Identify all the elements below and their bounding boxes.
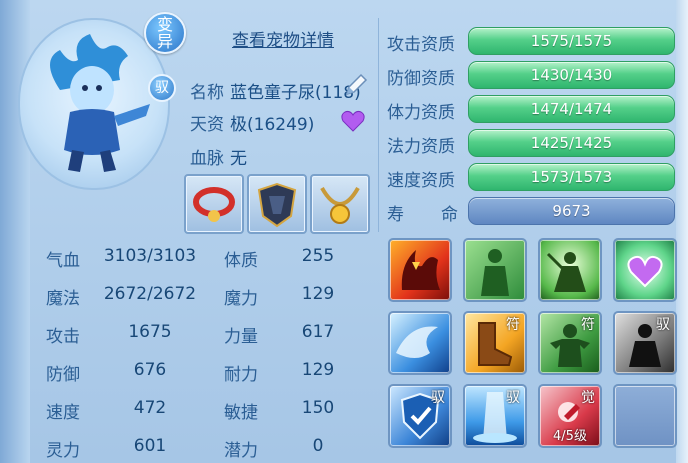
equip-slot-2[interactable] — [247, 174, 307, 234]
skill-tag-ride-2: 驭 — [431, 390, 445, 406]
skill-slot-9[interactable]: 驭 — [388, 384, 452, 448]
skill-slot-2[interactable] — [463, 238, 527, 302]
dark-armor-icon — [257, 182, 297, 228]
ride-badge: 驭 — [148, 74, 176, 102]
gold-necklace-icon — [320, 186, 360, 224]
skill-tag-talisman: 符 — [506, 317, 520, 333]
panel-divider — [378, 18, 379, 232]
lifespan-label-2: 命 — [441, 205, 458, 225]
name-label: 名称 — [190, 83, 224, 103]
stat-label-magic: 魔力 — [224, 289, 258, 309]
pet-detail-panel: { "header": {"badge_main": "变异", "badge_… — [0, 0, 688, 463]
skill-level-label: 4/5级 — [553, 429, 587, 444]
skill-tag-talisman-2: 符 — [581, 317, 595, 333]
stat-value-attack: 1675 — [128, 322, 172, 342]
skill-slot-7[interactable]: 符 — [538, 311, 602, 375]
aptitude-label-attack: 攻击资质 — [387, 35, 455, 55]
aptitude-bar-attack: 1575/1575 — [468, 27, 675, 55]
aptitude-value-defense: 1430/1430 — [530, 66, 613, 84]
fire-demon-skill-icon — [401, 250, 440, 290]
mutation-badge-label: 变异 — [156, 15, 173, 51]
stat-label-potential: 潜力 — [224, 441, 258, 461]
aptitude-bar-mana: 1425/1425 — [468, 129, 675, 157]
green-warrior-skill-icon — [546, 252, 586, 292]
aptitude-label-defense: 防御资质 — [387, 69, 455, 89]
stat-label-mp: 魔法 — [46, 289, 80, 309]
aptitude-bar-speed: 1573/1573 — [468, 163, 675, 191]
lifespan-value: 9673 — [552, 202, 591, 220]
skill-slot-10[interactable]: 驭 — [463, 384, 527, 448]
ride-badge-label: 驭 — [155, 80, 169, 96]
stat-label-spirit: 灵力 — [46, 441, 80, 461]
stat-value-agility: 150 — [301, 398, 335, 418]
mutation-badge: 变异 — [144, 12, 186, 54]
bloodline-value: 无 — [230, 149, 247, 169]
aptitude-value-speed: 1573/1573 — [530, 168, 613, 186]
stat-value-strength: 617 — [301, 322, 335, 342]
stat-value-constitution: 255 — [301, 246, 335, 266]
aptitude-label-stamina: 体力资质 — [387, 103, 455, 123]
edit-name-icon[interactable] — [343, 72, 369, 98]
aptitude-value-stamina: 1474/1474 — [530, 100, 613, 118]
green-body-skill-icon — [481, 249, 509, 296]
talent-label: 天资 — [190, 115, 224, 135]
aptitude-label-speed: 速度资质 — [387, 171, 455, 191]
lifespan-label-1: 寿 — [387, 205, 404, 225]
heart-icon — [341, 110, 365, 132]
lifespan-bar: 9673 — [468, 197, 675, 225]
skill-slot-5[interactable] — [388, 311, 452, 375]
equip-slot-1[interactable] — [184, 174, 244, 234]
aptitude-value-mana: 1425/1425 — [530, 134, 613, 152]
stat-value-defense: 676 — [133, 360, 167, 380]
pet-name-value: 蓝色童子尿(118) — [230, 83, 361, 103]
aptitude-bar-stamina: 1474/1474 — [468, 95, 675, 123]
skill-slot-4[interactable] — [613, 238, 677, 302]
skill-slot-empty[interactable] — [613, 384, 677, 448]
stat-value-potential: 0 — [312, 436, 324, 456]
bloodline-label: 血脉 — [190, 149, 224, 169]
skill-tag-ride-3: 驭 — [506, 390, 520, 406]
stat-label-constitution: 体质 — [224, 251, 258, 271]
skill-slot-3[interactable] — [538, 238, 602, 302]
equip-slot-3[interactable] — [310, 174, 370, 234]
stat-value-endurance: 129 — [301, 360, 335, 380]
skill-slot-8[interactable]: 驭 — [613, 311, 677, 375]
stat-value-mp: 2672/2672 — [103, 284, 197, 304]
skill-slot-1[interactable] — [388, 238, 452, 302]
stat-label-defense: 防御 — [46, 365, 80, 385]
stat-value-spirit: 601 — [133, 436, 167, 456]
skill-tag-awaken: 觉 — [581, 390, 595, 406]
stat-value-magic: 129 — [301, 284, 335, 304]
stat-label-speed: 速度 — [46, 403, 80, 423]
stat-label-endurance: 耐力 — [224, 365, 258, 385]
aptitude-label-mana: 法力资质 — [387, 137, 455, 157]
stat-value-hp: 3103/3103 — [103, 246, 197, 266]
stat-label-strength: 力量 — [224, 327, 258, 347]
water-wave-skill-icon — [396, 326, 438, 358]
talent-value: 极(16249) — [230, 115, 315, 135]
heart-glow-skill-icon — [627, 255, 663, 288]
skill-tag-ride: 驭 — [656, 317, 670, 333]
aptitude-bar-defense: 1430/1430 — [468, 61, 675, 89]
aptitude-value-attack: 1575/1575 — [530, 32, 613, 50]
view-pet-details-link[interactable]: 查看宠物详情 — [232, 26, 334, 51]
pet-figure-icon — [50, 34, 150, 172]
skill-slot-11[interactable]: 觉 4/5级 — [538, 384, 602, 448]
stat-value-speed: 472 — [133, 398, 167, 418]
stat-label-hp: 气血 — [46, 251, 80, 271]
stat-label-attack: 攻击 — [46, 327, 80, 347]
right-border-decoration — [676, 0, 688, 463]
skill-slot-6[interactable]: 符 — [463, 311, 527, 375]
stat-label-agility: 敏捷 — [224, 403, 258, 423]
red-collar-icon — [193, 187, 235, 222]
